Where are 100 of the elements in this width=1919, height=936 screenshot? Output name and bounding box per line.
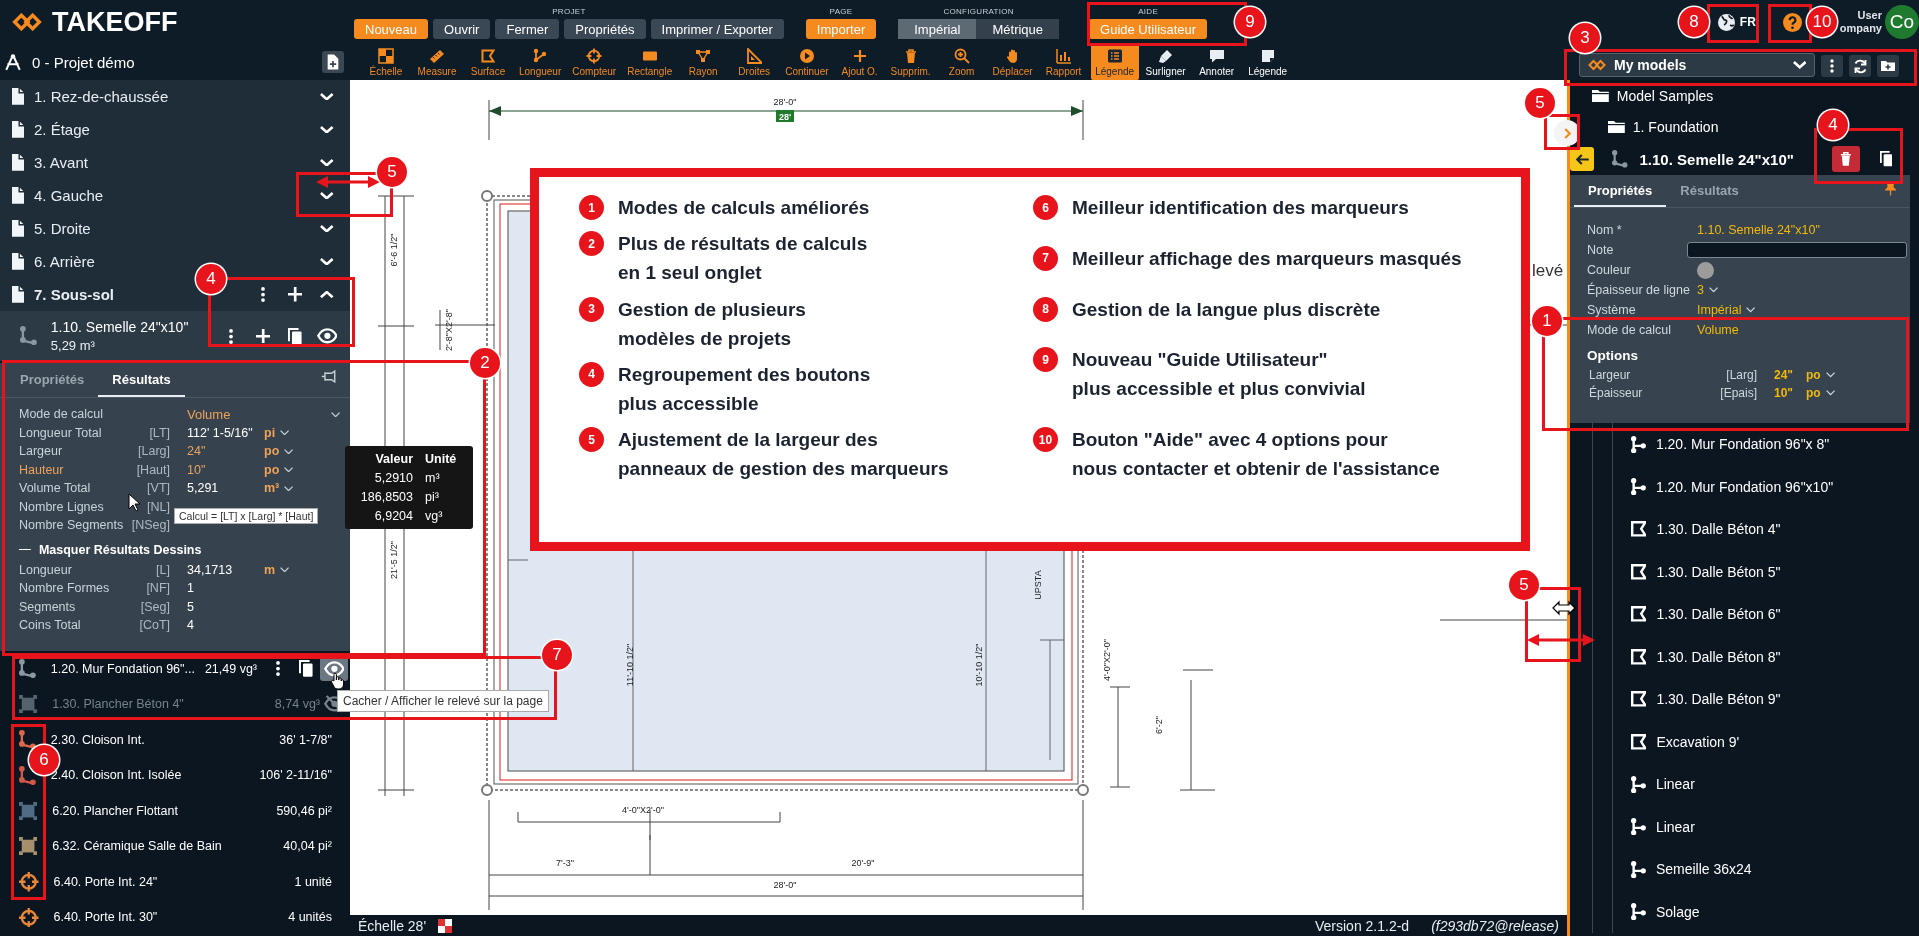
model-item[interactable]: Linear [1655,776,1695,793]
model-item[interactable]: 1.30. Dalle Béton 8" [1656,648,1781,665]
field-label: Nombre Segments [19,518,124,533]
model-item[interactable]: 1.30. Dalle Béton 6" [1656,606,1781,623]
page-title[interactable]: 6. Arrière [34,253,95,270]
field-value[interactable]: 24" [1774,368,1806,382]
toolbar-button[interactable]: Longueur [515,44,566,80]
app-logo-text: TAKEOFF [52,6,178,38]
toolbar-button[interactable]: Droites [730,44,779,80]
toolbar-button[interactable]: Annoter [1192,44,1241,80]
user-avatar[interactable]: Co [1885,5,1919,39]
caret-icon [284,485,294,491]
toolbar-button[interactable]: Rectangle [623,44,677,80]
menu-button[interactable]: Ouvrir [433,19,491,39]
field-value[interactable]: 24" [187,444,257,459]
menu-button[interactable]: Propriétés [564,19,646,39]
toolbar-button[interactable]: Measure [413,44,461,80]
model-item[interactable]: Solage [1655,903,1700,920]
caret-icon [1825,390,1835,396]
toolbar-button[interactable]: Compteur [568,44,621,80]
panel-tab[interactable]: Résultats [98,372,185,397]
zoom-icon [953,47,970,64]
menu-button[interactable]: Fermer [495,19,560,39]
version-text: Version 2.1.2-d [1314,917,1410,934]
chevron-down-icon [320,125,334,134]
field-value[interactable]: 10" [1774,386,1806,400]
menu-group-label: PROJET [552,7,586,16]
marker-name[interactable]: 1.20. Mur Fondation 96"... [50,661,195,676]
color-swatch[interactable] [1697,261,1714,279]
caret-icon [284,467,294,473]
model-item[interactable]: Excavation 9' [1656,733,1740,750]
toolbar-button[interactable]: Rayon [679,44,728,80]
page-title[interactable]: 5. Droite [34,220,91,237]
select-value[interactable]: Impérial [1697,303,1742,317]
toolbar-button[interactable]: Ajout O. [835,44,884,80]
unit-toggle-button[interactable]: Métrique [976,19,1060,39]
unit-toggle-button[interactable]: Impérial [898,19,977,39]
unit-selector[interactable]: po [1806,368,1821,382]
chevron-down-icon [320,158,334,167]
unit-selector[interactable]: m³ [264,481,280,496]
marker-name[interactable]: 2.30. Cloison Int. [50,732,145,747]
model-item[interactable]: Linear [1655,818,1695,835]
page-title[interactable]: 3. Avant [34,154,88,171]
marker-name[interactable]: 6.40. Porte Int. 30" [53,910,158,925]
folder-name[interactable]: Model Samples [1616,87,1714,104]
caret-icon [1708,287,1719,293]
toolbar-button[interactable]: Légende [1243,44,1292,80]
panel-tab[interactable]: Résultats [1666,183,1753,207]
menu-button[interactable]: Imprimer / Exporter [650,19,784,39]
add-page-button[interactable] [322,51,344,73]
toolbar-button[interactable]: Surface [464,44,512,80]
model-item[interactable]: 1.30. Dalle Béton 4" [1656,521,1781,538]
model-item[interactable]: 1.30. Dalle Béton 5" [1656,563,1781,580]
language-button[interactable]: FR [1717,13,1756,31]
page-title[interactable]: 2. Étage [34,121,90,138]
model-item[interactable]: 1.20. Mur Fondation 96"x10" [1655,478,1834,495]
field-label: Largeur [1589,368,1631,382]
unit-selector[interactable]: po [264,462,280,477]
help-button[interactable] [1782,12,1802,32]
unit-selector[interactable]: m [264,562,276,577]
calc-mode-value[interactable]: Volume [187,406,231,422]
unit-selector[interactable]: po [264,444,280,459]
ruler-icon [429,47,445,64]
marker-quantity: 4 unités [288,910,332,925]
toolbar-button[interactable]: Continuer [781,44,833,80]
toolbar-button[interactable]: Surligner [1141,44,1190,80]
model-item[interactable]: 1.30. Dalle Béton 9" [1656,691,1781,708]
toolbar-button[interactable]: Échelle [362,44,410,80]
checker-icon [438,918,453,933]
back-button[interactable] [1570,147,1594,171]
model-item[interactable]: Semeille 36x24 [1655,861,1752,878]
number-badge: 3 [579,296,604,322]
toolbar-button[interactable]: Rapport [1039,44,1088,80]
panel-tab[interactable]: Propriétés [1574,183,1667,207]
toolbar-button[interactable]: Zoom [937,44,986,80]
refresh-button[interactable] [1849,55,1871,77]
toolbar-button[interactable]: Légende [1090,44,1139,80]
section-title[interactable]: Masquer Résultats Dessins [38,542,202,557]
marker-name[interactable]: 6.40. Porte Int. 24" [53,874,158,889]
delete-button[interactable] [1832,146,1860,172]
note-field[interactable] [1687,242,1907,258]
field-value[interactable]: 10" [187,462,257,477]
copy-icon [288,327,302,345]
unit-selector[interactable]: po [1806,386,1821,400]
panel-tab[interactable]: Propriétés [6,372,99,397]
new-folder-button[interactable] [1877,55,1899,77]
models-dropdown[interactable]: My models [1579,53,1815,77]
marker-name[interactable]: 6.20. Plancher Flottant [52,803,178,818]
toolbar-button[interactable]: Supprim. [886,44,935,80]
marker-name[interactable]: 1.30. Plancher Béton 4" [52,697,184,712]
select-value[interactable]: 3 [1697,283,1704,297]
page-title[interactable]: 1. Rez-de-chaussée [34,88,169,105]
unit-selector[interactable]: pi [264,425,276,440]
marker-name[interactable]: 6.32. Céramique Salle de Bain [52,839,222,854]
model-item[interactable]: 1.20. Mur Fondation 96"x 8" [1655,436,1830,453]
folder-name[interactable]: 1. Foundation [1632,118,1719,135]
more-button[interactable] [1821,55,1843,77]
page-title[interactable]: 7. Sous-sol [34,286,115,303]
page-title[interactable]: 4. Gauche [34,187,104,204]
toolbar-button[interactable]: Déplacer [988,44,1037,80]
